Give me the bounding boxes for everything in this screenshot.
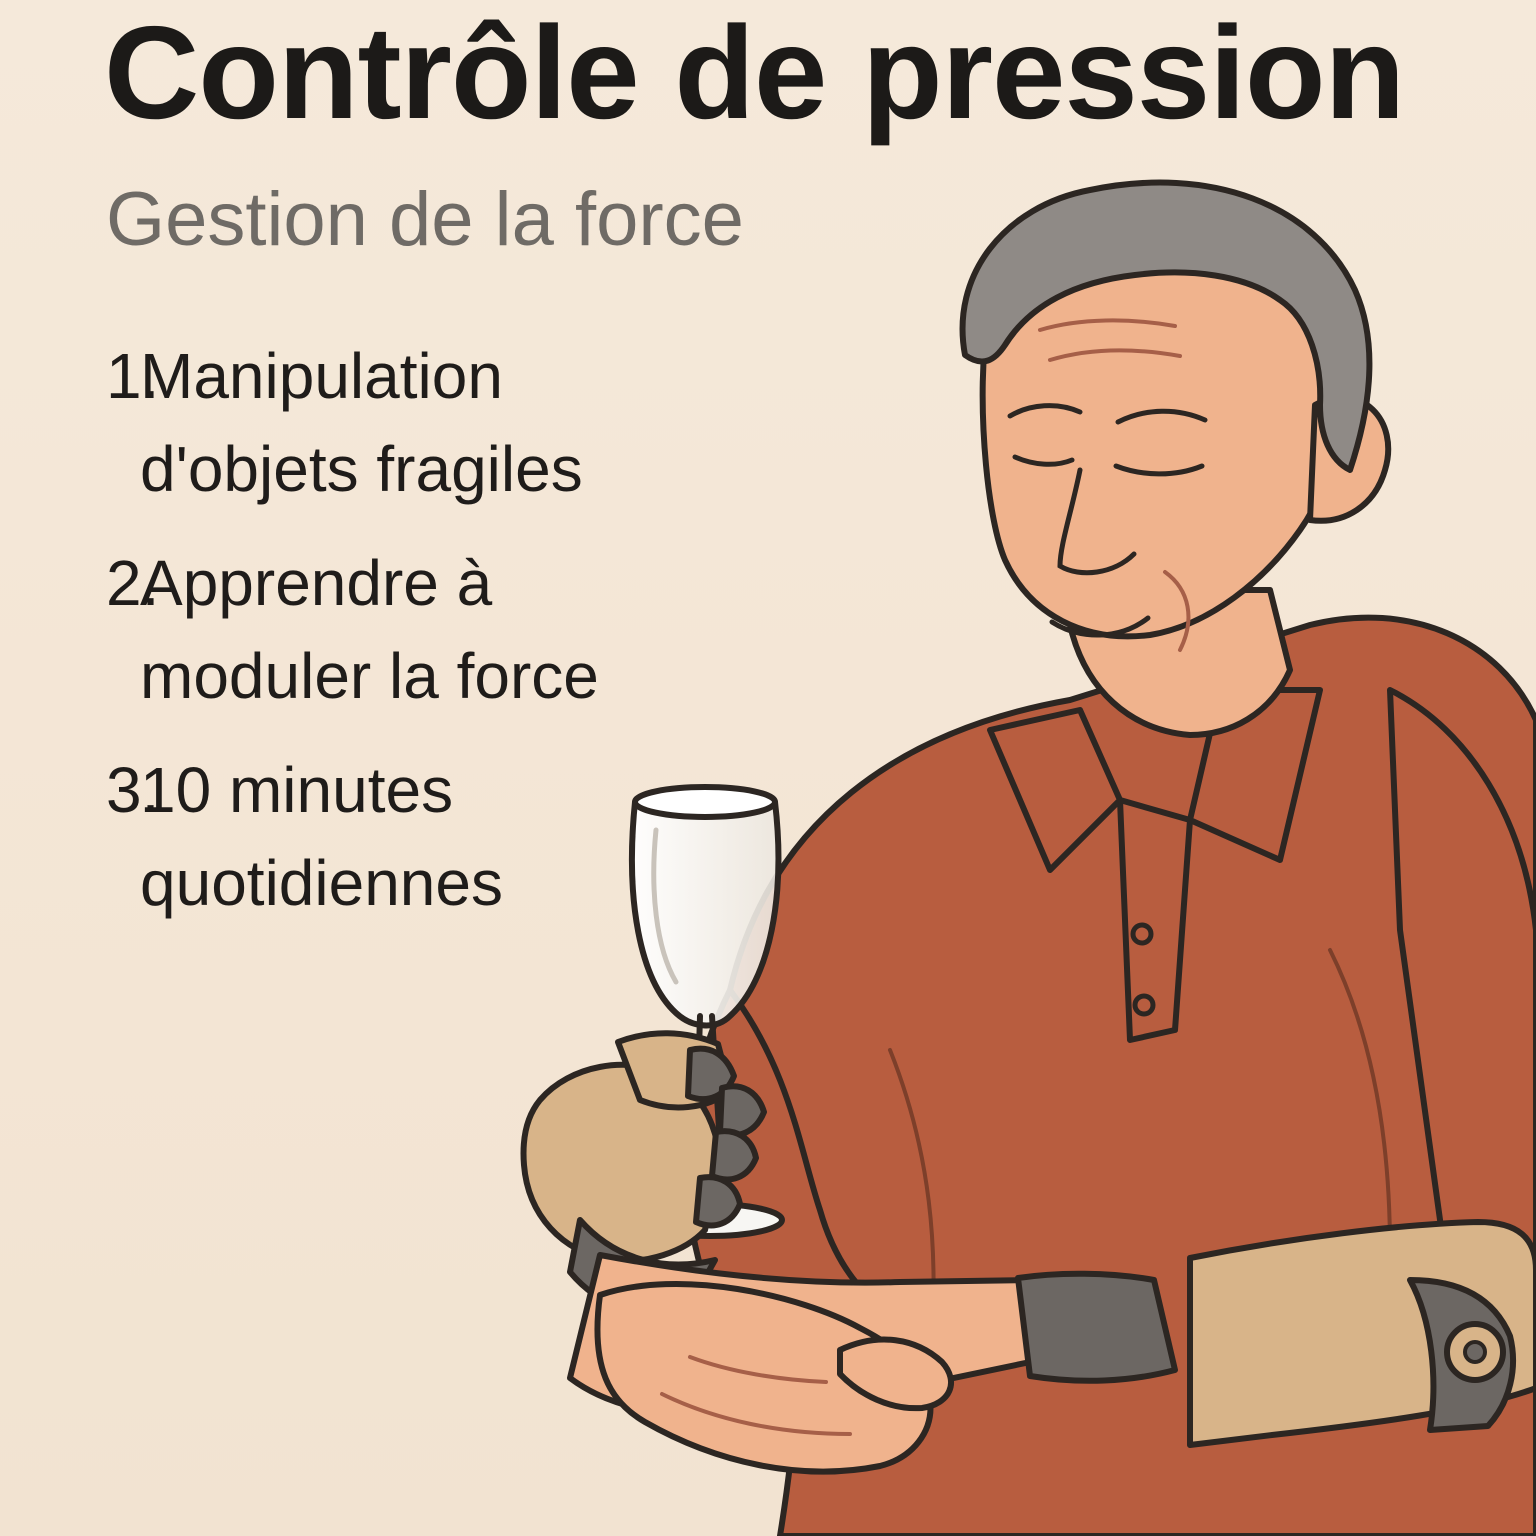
man-holding-glass-illustration [520,179,1536,1536]
shirt-button-2 [1132,993,1156,1017]
step-number-1: 1. [106,340,160,412]
prosthetic-joint-center [1463,1340,1487,1364]
step-number-3: 3. [106,753,160,826]
prosthetic-finger-4 [693,1174,743,1229]
prosthetic-finger-3 [709,1128,759,1183]
step-number-2: 2. [106,546,160,619]
shirt-button-1 [1130,922,1154,946]
glass-rim [632,784,778,820]
instruction-poster: Contrôle de pression Gestion de la force… [0,0,1536,1536]
poster-title: Contrôle de pression [104,0,1405,146]
prosthetic-hand-cuff [1015,1270,1178,1384]
